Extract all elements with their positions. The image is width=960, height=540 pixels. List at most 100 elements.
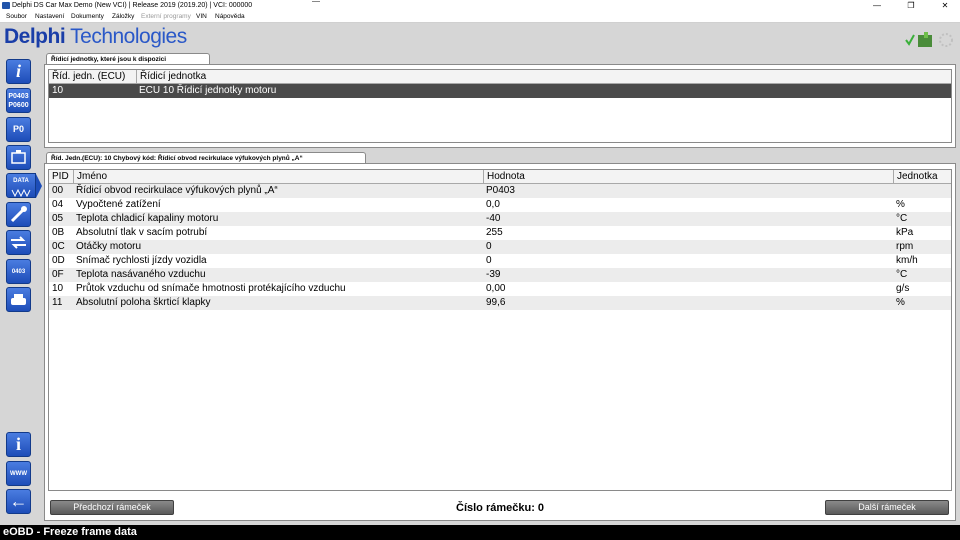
menu-dokumenty[interactable]: Dokumenty: [71, 11, 104, 23]
value-cell: 99,6: [486, 297, 506, 308]
delphi-logo: Delphi Technologies: [4, 24, 187, 50]
help-tool-button[interactable]: i: [6, 432, 31, 457]
www-tool-button[interactable]: WWW: [6, 461, 31, 486]
menu-vin[interactable]: VIN: [196, 11, 207, 23]
table-row[interactable]: 10 Průtok vzduchu od snímače hmotnosti p…: [49, 282, 951, 296]
ecu-table-header: Říd. jedn. (ECU) Řídicí jednotka: [49, 70, 951, 84]
value-cell: 0,00: [486, 283, 506, 294]
table-row[interactable]: 0C Otáčky motoru 0 rpm: [49, 240, 951, 254]
status-bar: eOBD - Freeze frame data: [0, 525, 960, 540]
unit-cell: rpm: [896, 241, 914, 252]
name-cell: Snímač rychlosti jízdy vozidla: [76, 255, 207, 266]
value-cell: -39: [486, 269, 501, 280]
unit-cell: %: [896, 297, 905, 308]
check-icon: [905, 34, 915, 46]
vehicle-test-icon: [11, 294, 26, 305]
close-button[interactable]: ✕: [930, 0, 960, 11]
freeze-frame-header: PID Jméno Hodnota Jednotka: [49, 170, 951, 184]
logo-suffix: Technologies: [70, 25, 187, 48]
vehicle-test-tool-button[interactable]: [6, 287, 31, 312]
active-tool-indicator: [36, 174, 42, 198]
code-search-tool-button[interactable]: 0403: [6, 259, 31, 284]
table-row[interactable]: 00 Řídicí obvod recirkulace výfukových p…: [49, 184, 951, 198]
actuator-icon: [10, 206, 27, 223]
title-bar: Delphi DS Car Max Demo (New VCI) | Relea…: [0, 0, 960, 11]
name-cell: Absolutní tlak v sacím potrubí: [76, 227, 208, 238]
frame-number-label: Číslo rámečku: 0: [456, 502, 545, 514]
table-row[interactable]: 0D Snímač rychlosti jízdy vozidla 0 km/h: [49, 254, 951, 268]
freeze-frame-panel: PID Jméno Hodnota Jednotka 00 Řídicí obv…: [44, 163, 956, 521]
menu-napoveda[interactable]: Nápověda: [215, 11, 245, 23]
engine-icon: [11, 150, 26, 164]
col-pid[interactable]: PID: [49, 170, 73, 183]
previous-frame-button[interactable]: Předchozí rámeček: [50, 500, 174, 515]
read-dtc-tool-button[interactable]: P0403 P0600: [6, 88, 31, 113]
name-cell: Teplota chladicí kapaliny motoru: [76, 213, 219, 224]
logo-brand: Delphi: [4, 25, 66, 48]
pid-cell: 00: [52, 185, 64, 196]
name-cell: Průtok vzduchu od snímače hmotnosti prot…: [76, 283, 346, 294]
table-row[interactable]: 04 Vypočtené zatížení 0,0 %: [49, 198, 951, 212]
actuator-tool-button[interactable]: [6, 202, 31, 227]
pid-cell: 05: [52, 213, 64, 224]
ecu-panel: Říd. jedn. (ECU) Řídicí jednotka 10 ECU …: [44, 64, 956, 148]
table-row[interactable]: 0F Teplota nasávaného vzduchu -39 °C: [49, 268, 951, 282]
busy-spinner-icon: [939, 33, 953, 47]
back-tool-button[interactable]: ←: [6, 489, 31, 514]
name-cell: Teplota nasávaného vzduchu: [76, 269, 206, 280]
help-icon: i: [15, 434, 21, 454]
menu-nastaveni[interactable]: Nastavení: [35, 11, 64, 23]
dtc-codes-icon: P0403 P0600: [8, 93, 29, 109]
live-data-icon: DATA: [13, 178, 29, 184]
window-title: Delphi DS Car Max Demo (New VCI) | Relea…: [12, 2, 253, 9]
name-cell: Absolutní poloha škrticí klapky: [76, 297, 211, 308]
adjustment-tool-button[interactable]: [6, 230, 31, 255]
unit-cell: g/s: [896, 283, 910, 294]
dtc-erase-icon: P0: [12, 124, 24, 134]
value-cell: 0: [486, 255, 492, 266]
name-cell: Řídicí obvod recirkulace výfukových plyn…: [76, 185, 278, 196]
connection-status: [905, 32, 953, 47]
unit-cell: %: [896, 199, 905, 210]
next-frame-button[interactable]: Další rámeček: [825, 500, 949, 515]
col-ecu-id[interactable]: Říd. jedn. (ECU): [49, 70, 136, 83]
menu-soubor[interactable]: Soubor: [6, 11, 27, 23]
pid-cell: 0D: [52, 255, 65, 266]
info-tool-button[interactable]: i: [6, 59, 31, 84]
value-cell: 0: [486, 241, 492, 252]
code-search-icon: 0403: [11, 269, 26, 275]
freeze-frame-table: PID Jméno Hodnota Jednotka 00 Řídicí obv…: [48, 169, 952, 491]
ecu-id: 10: [52, 85, 64, 96]
pid-cell: 04: [52, 199, 64, 210]
name-cell: Otáčky motoru: [76, 241, 142, 252]
erase-dtc-tool-button[interactable]: P0: [6, 117, 31, 142]
chevron-up-icon: [312, 1, 320, 7]
col-ecu-name[interactable]: Řídicí jednotka: [136, 70, 951, 83]
pid-cell: 0B: [52, 227, 65, 238]
name-cell: Vypočtené zatížení: [76, 199, 161, 210]
col-unit[interactable]: Jednotka: [893, 170, 951, 183]
app-icon: [2, 2, 10, 9]
menu-bar: Soubor Nastavení Dokumenty Záložky Exter…: [0, 11, 960, 23]
table-row[interactable]: 05 Teplota chladicí kapaliny motoru -40 …: [49, 212, 951, 226]
unit-cell: km/h: [896, 255, 918, 266]
live-data-tool-button[interactable]: DATA: [6, 173, 36, 198]
value-cell: 255: [486, 227, 503, 238]
col-value[interactable]: Hodnota: [483, 170, 893, 183]
pid-cell: 0F: [52, 269, 64, 280]
value-cell: 0,0: [486, 199, 500, 210]
back-arrow-icon: ←: [9, 491, 28, 511]
maximize-button[interactable]: ❐: [896, 0, 926, 11]
col-name[interactable]: Jméno: [73, 170, 483, 183]
unit-cell: kPa: [896, 227, 914, 238]
table-row[interactable]: 11 Absolutní poloha škrticí klapky 99,6 …: [49, 296, 951, 310]
table-row[interactable]: 0B Absolutní tlak v sacím potrubí 255 kP…: [49, 226, 951, 240]
pid-cell: 0C: [52, 241, 65, 252]
menu-zalozky[interactable]: Záložky: [112, 11, 134, 23]
ecu-row[interactable]: 10 ECU 10 Řídicí jednotky motoru: [49, 84, 951, 98]
pid-cell: 11: [52, 297, 63, 308]
minimize-button[interactable]: —: [862, 0, 892, 11]
engine-tool-button[interactable]: [6, 145, 31, 170]
menu-externi-programy[interactable]: Externí programy: [141, 11, 191, 23]
value-cell: P0403: [486, 185, 515, 196]
